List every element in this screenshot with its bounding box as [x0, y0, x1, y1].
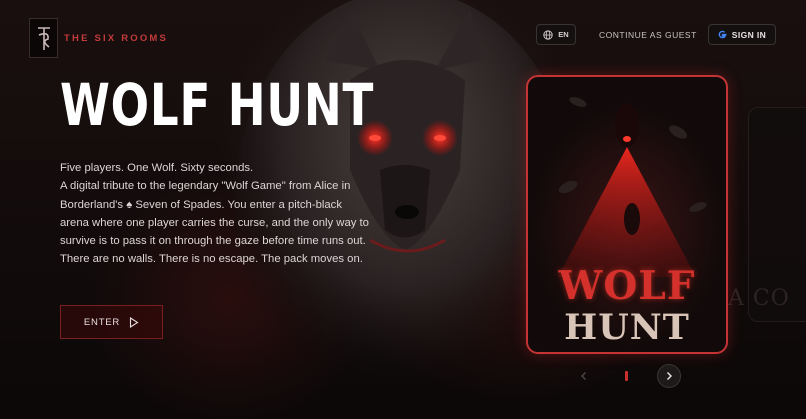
hero-description: Five players. One Wolf. Sixty seconds. A…: [60, 159, 370, 269]
carousel-prev-button[interactable]: [572, 364, 596, 388]
sign-in-label: SIGN IN: [731, 29, 767, 40]
brand-name[interactable]: THE SIX ROOMS: [64, 33, 168, 44]
hero-tagline: Five players. One Wolf. Sixty seconds.: [60, 162, 254, 174]
carousel-next-button[interactable]: [657, 364, 681, 388]
globe-icon: [543, 29, 553, 40]
continue-as-guest-link[interactable]: CONTINUE AS GUEST: [599, 30, 697, 40]
logo-emblem-icon: [37, 27, 50, 50]
card-title-line-1: WOLF: [558, 263, 696, 309]
language-button[interactable]: EN: [536, 24, 576, 45]
chevron-left-icon: [581, 372, 586, 380]
sign-in-button[interactable]: SIGN IN: [708, 24, 776, 45]
card-title-line-2: HUNT: [564, 307, 690, 348]
language-label: EN: [558, 30, 569, 39]
hero-body: A digital tribute to the legendary "Wolf…: [60, 180, 369, 266]
play-icon: [130, 316, 139, 328]
next-game-card-title: A CO: [728, 286, 790, 311]
carousel-indicator[interactable]: [625, 371, 628, 381]
logo-emblem[interactable]: [29, 18, 58, 58]
enter-label: ENTER: [83, 316, 121, 328]
game-card-wolf-hunt[interactable]: WOLF HUNT: [526, 75, 728, 354]
enter-button[interactable]: ENTER: [60, 305, 163, 339]
google-icon: [718, 30, 727, 39]
page-title: WOLF HUNT: [60, 71, 375, 139]
chevron-right-icon: [667, 372, 672, 380]
